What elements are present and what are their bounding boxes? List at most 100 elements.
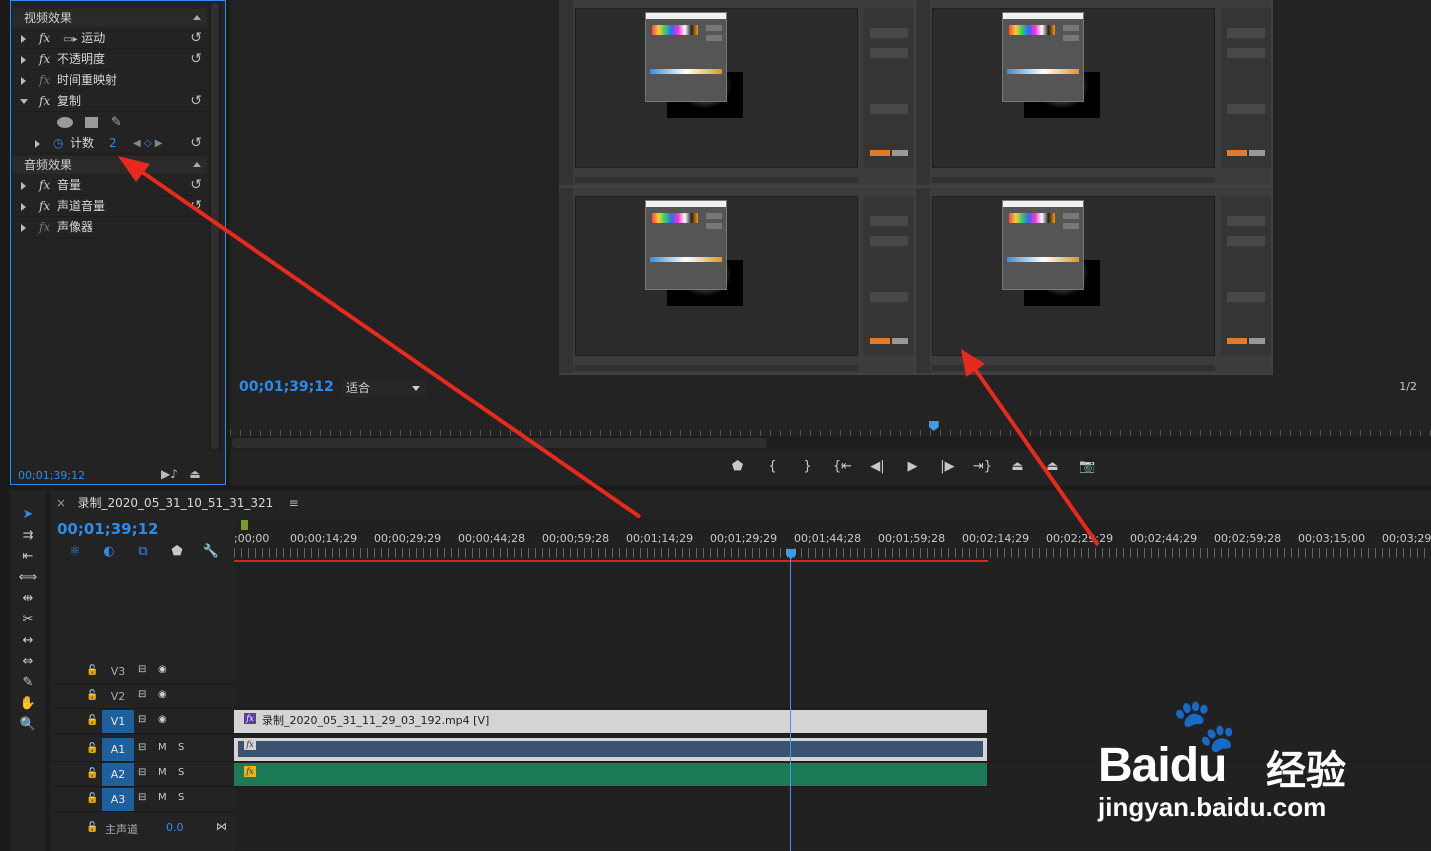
lock-icon[interactable]: 🔓 <box>86 665 98 676</box>
expand-triangle-icon[interactable] <box>21 224 26 232</box>
snap-magnet-icon[interactable]: ◐ <box>92 544 126 559</box>
scrollbar-thumb[interactable] <box>211 3 219 449</box>
solo-button[interactable]: S <box>178 742 184 753</box>
selection-tool-icon[interactable]: ➤ <box>10 504 46 525</box>
zoom-bar-thumb[interactable] <box>232 438 767 448</box>
mute-button[interactable]: M <box>158 742 167 753</box>
rate-stretch-icon[interactable]: ⇹ <box>10 588 46 609</box>
expand-triangle-icon[interactable] <box>21 56 26 64</box>
sync-lock-icon[interactable]: ⊟ <box>138 714 146 725</box>
add-marker-icon[interactable]: ⬟ <box>160 544 194 559</box>
audio-clip-a2[interactable]: fx <box>234 763 987 786</box>
go-to-out-icon[interactable]: ⇥} <box>965 458 1000 476</box>
keyframe-nav-icon[interactable]: ◀ ◇ ▶ <box>133 133 162 154</box>
export-icon[interactable]: ⏏ <box>189 467 200 481</box>
track-name[interactable]: V1 <box>102 710 134 733</box>
reset-icon[interactable]: ↺ <box>190 196 202 217</box>
eye-icon[interactable]: ◉ <box>158 664 167 675</box>
effect-row-time-remap[interactable]: fx 时间重映射 <box>13 70 207 91</box>
effect-row-volume[interactable]: fx 音量 ↺ <box>13 175 207 196</box>
track-header-v1[interactable]: 🔓 V1 ⊟ ◉ <box>50 709 234 734</box>
track-name[interactable]: A3 <box>102 788 134 811</box>
effect-row-replicate[interactable]: fx 复制 ↺ <box>13 91 207 112</box>
hand-tool-icon[interactable]: ✋ <box>10 693 46 714</box>
expand-triangle-icon[interactable] <box>21 203 26 211</box>
reset-icon[interactable]: ↺ <box>190 28 202 49</box>
track-lane-v3[interactable] <box>234 659 1431 684</box>
reset-icon[interactable]: ↺ <box>190 91 202 112</box>
work-area-start-marker[interactable] <box>241 520 248 530</box>
reset-icon[interactable]: ↺ <box>190 133 202 154</box>
slide-tool-icon[interactable]: ⇔ <box>10 651 46 672</box>
zoom-fit-select[interactable]: 适合 <box>342 379 426 397</box>
ellipse-mask-icon[interactable] <box>57 117 73 128</box>
sync-lock-icon[interactable]: ⊟ <box>138 689 146 700</box>
go-to-in-icon[interactable]: {⇤ <box>825 458 860 476</box>
sequence-tab[interactable]: × 录制_2020_05_31_10_51_31_321 ≡ <box>56 494 299 511</box>
zoom-tool-icon[interactable]: 🔍 <box>10 714 46 735</box>
track-name[interactable]: A2 <box>102 763 134 786</box>
sync-lock-icon[interactable]: ⊟ <box>138 664 146 675</box>
vertical-scrollbar[interactable] <box>209 1 221 451</box>
expand-triangle-icon[interactable] <box>21 182 26 190</box>
expand-triangle-icon[interactable] <box>35 140 40 148</box>
time-ruler[interactable]: ;00;00 00;00;14;29 00;00;29;29 00;00;44;… <box>234 532 1431 546</box>
fx-icon[interactable]: fx <box>39 28 50 49</box>
sync-lock-icon[interactable]: ⊟ <box>138 792 146 803</box>
param-row-count[interactable]: ◷ 计数 2 ◀ ◇ ▶ ↺ <box>13 133 207 154</box>
play-icon[interactable]: ▶ <box>895 458 930 476</box>
expand-triangle-icon[interactable] <box>21 35 26 43</box>
effect-row-motion[interactable]: fx ▭▸ 运动 ↺ <box>13 28 207 49</box>
eye-icon[interactable]: ◉ <box>158 689 167 700</box>
rolling-edit-icon[interactable]: ⟺ <box>10 567 46 588</box>
lock-icon[interactable]: 🔓 <box>86 793 98 804</box>
track-header-a1[interactable]: 🔓 A1 ⊟ M S <box>50 737 234 762</box>
timeline-timecode[interactable]: 00;01;39;12 <box>57 520 159 538</box>
lock-icon[interactable]: 🔓 <box>86 743 98 754</box>
close-icon[interactable]: × <box>56 496 66 510</box>
track-header-a2[interactable]: 🔓 A2 ⊟ M S <box>50 762 234 787</box>
solo-button[interactable]: S <box>178 792 184 803</box>
effect-controls-timecode[interactable]: 00;01;39;12 <box>18 469 85 482</box>
add-marker-icon[interactable]: ⬟ <box>720 458 755 476</box>
step-forward-icon[interactable]: |▶ <box>930 458 965 476</box>
master-track-header[interactable]: 🔓 主声道 0.0 ⋈ <box>50 818 234 840</box>
in-out-range-bar[interactable] <box>234 560 988 562</box>
track-header-v2[interactable]: 🔓 V2 ⊟ ◉ <box>50 684 234 709</box>
lock-icon[interactable]: 🔓 <box>86 768 98 779</box>
effect-row-opacity[interactable]: fx 不透明度 ↺ <box>13 49 207 70</box>
lock-icon[interactable]: 🔓 <box>86 715 98 726</box>
mute-button[interactable]: M <box>158 767 167 778</box>
lift-icon[interactable]: ⏏ <box>1000 458 1035 476</box>
sync-lock-icon[interactable]: ⊟ <box>138 742 146 753</box>
ruler-ticks[interactable] <box>234 548 1431 558</box>
program-timecode[interactable]: 00;01;39;12 <box>239 379 334 395</box>
fx-icon[interactable]: fx <box>39 175 50 196</box>
play-audio-icon[interactable]: ▶♪ <box>161 467 178 481</box>
fx-icon[interactable]: fx <box>39 91 50 112</box>
mute-button[interactable]: M <box>158 792 167 803</box>
collapse-up-icon[interactable] <box>193 162 201 167</box>
param-value[interactable]: 2 <box>109 133 117 154</box>
razor-icon[interactable]: ✂ <box>10 609 46 630</box>
rectangle-mask-icon[interactable] <box>85 117 98 128</box>
track-name[interactable]: V2 <box>102 685 134 708</box>
reset-icon[interactable]: ↺ <box>190 49 202 70</box>
pen-mask-icon[interactable]: ✎ <box>111 112 122 133</box>
go-to-end-icon[interactable]: ⋈ <box>216 820 227 833</box>
lock-icon[interactable]: 🔓 <box>86 690 98 701</box>
master-volume-value[interactable]: 0.0 <box>166 821 184 834</box>
video-clip[interactable]: fx 录制_2020_05_31_11_29_03_192.mp4 [V] <box>234 710 987 733</box>
slip-tool-icon[interactable]: ↔ <box>10 630 46 651</box>
expand-triangle-icon[interactable] <box>21 77 26 85</box>
audio-effects-header[interactable]: 音频效果 <box>13 156 207 174</box>
reset-icon[interactable]: ↺ <box>190 175 202 196</box>
panel-menu-icon[interactable]: ≡ <box>289 496 299 510</box>
step-back-icon[interactable]: ◀| <box>860 458 895 476</box>
mark-out-icon[interactable]: } <box>790 458 825 476</box>
effect-row-channel-volume[interactable]: fx 声道音量 ↺ <box>13 196 207 217</box>
audio-clip-a1[interactable]: fx <box>234 738 987 761</box>
track-header-a3[interactable]: 🔓 A3 ⊟ M S <box>50 787 234 812</box>
lock-icon[interactable]: 🔓 <box>86 822 98 833</box>
mark-in-icon[interactable]: { <box>755 458 790 476</box>
